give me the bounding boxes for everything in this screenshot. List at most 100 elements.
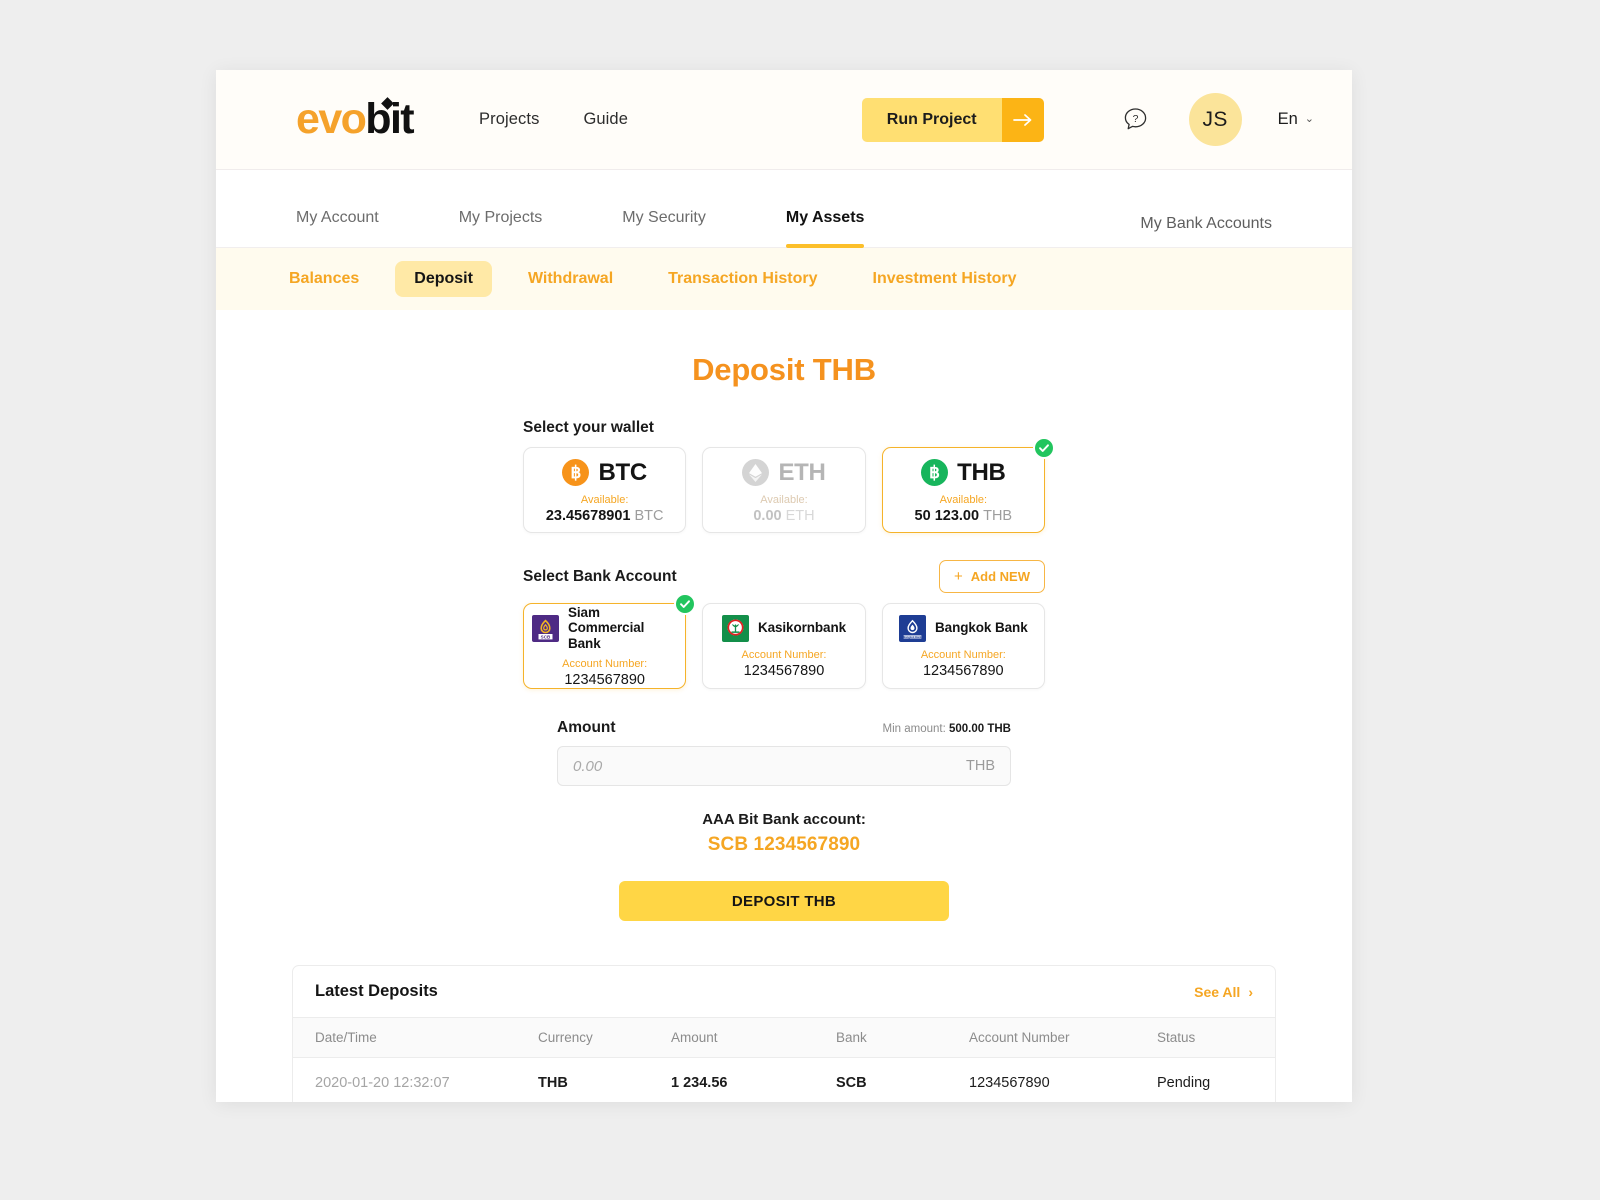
- kasikornbank-logo-icon: [721, 614, 749, 642]
- wallet-available-value: 0.00 ETH: [753, 508, 814, 524]
- column-header-datetime: Date/Time: [293, 1018, 538, 1058]
- destination-bank-account: AAA Bit Bank account: SCB 1234567890: [557, 811, 1011, 856]
- latest-deposits-header: Latest Deposits See All ›: [293, 966, 1275, 1018]
- cell-account-number: 1234567890: [969, 1075, 1050, 1091]
- tab-my-security[interactable]: My Security: [622, 209, 706, 247]
- bank-card-scb[interactable]: SCB Siam Commercial Bank Account Number:…: [523, 593, 697, 689]
- wallet-available-amount: 0.00: [753, 507, 782, 524]
- cell-amount: 1 234.56: [671, 1075, 728, 1091]
- selected-check-icon: [1032, 437, 1055, 459]
- assets-sub-nav: Balances Deposit Withdrawal Transaction …: [216, 248, 1352, 310]
- run-project-label: Run Project: [861, 97, 1002, 142]
- deposit-thb-button[interactable]: DEPOSIT THB: [619, 881, 949, 921]
- column-header-currency: Currency: [538, 1018, 671, 1058]
- wallet-available-label: Available:: [939, 493, 988, 506]
- avatar[interactable]: JS: [1188, 93, 1242, 146]
- cell-currency: THB: [538, 1075, 568, 1091]
- deposits-table-head: Date/Time Currency Amount Bank Account N…: [293, 1018, 1275, 1058]
- column-header-account-number: Account Number: [969, 1018, 1157, 1058]
- logo-text-primary: evo: [296, 95, 367, 143]
- wallet-code: ETH: [778, 458, 826, 486]
- amount-currency-suffix: THB: [966, 758, 995, 774]
- tab-my-projects[interactable]: My Projects: [459, 209, 543, 247]
- nav-item-guide[interactable]: Guide: [583, 110, 628, 129]
- chevron-down-icon: ⌄: [1304, 113, 1314, 125]
- account-nav: My Account My Projects My Security My As…: [216, 170, 1352, 248]
- wallet-available-value: 23.45678901 BTC: [546, 508, 664, 524]
- latest-deposits-panel: Latest Deposits See All › Date/Time Curr…: [292, 965, 1276, 1102]
- evobit-logo[interactable]: evobit: [296, 95, 415, 143]
- bank-account-label: Account Number:: [920, 648, 1006, 661]
- wallet-available-unit: THB: [983, 507, 1013, 524]
- wallet-available-unit: BTC: [634, 507, 664, 524]
- wallet-card-thb[interactable]: ฿ THB Available: 50 123.00 THB: [881, 437, 1055, 533]
- deposit-form: Select your wallet ฿ BTC Available: 23.4…: [523, 388, 1055, 921]
- bank-card-bangkok-bank[interactable]: Bangkok Bank Bangkok Bank Account Number…: [881, 603, 1045, 689]
- amount-input[interactable]: [573, 757, 966, 775]
- wallet-card-eth[interactable]: ETH Available: 0.00 ETH: [702, 447, 866, 533]
- wallet-available-label: Available:: [580, 493, 629, 506]
- arrow-right-icon: [1001, 97, 1044, 142]
- wallet-card-head: ETH: [742, 458, 826, 487]
- add-new-bank-button[interactable]: + Add NEW: [939, 560, 1045, 593]
- add-new-label: Add NEW: [970, 569, 1030, 584]
- bangkok-bank-logo-icon: Bangkok Bank: [899, 614, 927, 642]
- ethereum-icon: [742, 459, 770, 486]
- bank-name: Bangkok Bank: [935, 620, 1028, 636]
- table-row[interactable]: 2020-01-20 12:32:07 THB 1 234.56 SCB 123…: [293, 1058, 1275, 1103]
- status-badge: Pending: [1157, 1075, 1211, 1091]
- run-project-button[interactable]: Run Project: [861, 97, 1044, 142]
- bank-account-number: 1234567890: [564, 671, 645, 688]
- wallet-available-amount: 23.45678901: [545, 507, 631, 524]
- nav-item-projects[interactable]: Projects: [479, 110, 539, 129]
- amount-input-wrapper[interactable]: THB: [557, 746, 1011, 786]
- amount-header: Amount Min amount: 500.00 THB: [557, 719, 1011, 737]
- link-my-bank-accounts[interactable]: My Bank Accounts: [1140, 215, 1272, 247]
- selected-check-icon: [674, 593, 697, 615]
- page-title: Deposit THB: [692, 352, 876, 387]
- bank-card-kasikornbank[interactable]: Kasikornbank Account Number: 1234567890: [702, 603, 866, 689]
- column-header-status: Status: [1157, 1018, 1275, 1058]
- sub-nav-transaction-history[interactable]: Transaction History: [649, 261, 836, 297]
- latest-deposits-title: Latest Deposits: [315, 982, 438, 1000]
- wallet-available-amount: 50 123.00: [914, 507, 980, 524]
- sub-nav-balances[interactable]: Balances: [270, 261, 378, 297]
- sub-nav-withdrawal[interactable]: Withdrawal: [509, 261, 632, 297]
- deposits-table-body: 2020-01-20 12:32:07 THB 1 234.56 SCB 123…: [293, 1058, 1275, 1103]
- sub-nav-deposit[interactable]: Deposit: [395, 261, 492, 297]
- bank-card-list: SCB Siam Commercial Bank Account Number:…: [523, 593, 1045, 689]
- bank-account-number: 1234567890: [922, 662, 1004, 679]
- account-nav-tabs: My Account My Projects My Security My As…: [296, 209, 864, 248]
- amount-block: Amount Min amount: 500.00 THB THB AAA Bi…: [523, 719, 1045, 921]
- bank-account-label: Account Number:: [741, 648, 827, 661]
- wallet-available-value: 50 123.00 THB: [915, 508, 1013, 524]
- help-chat-icon[interactable]: ?: [1122, 106, 1149, 133]
- bitcoin-icon: ฿: [562, 459, 590, 486]
- plus-icon: +: [954, 568, 963, 585]
- see-all-link[interactable]: See All ›: [1194, 984, 1253, 1000]
- chevron-right-icon: ›: [1248, 983, 1253, 1000]
- wallet-card-list: ฿ BTC Available: 23.45678901 BTC ETH Ava…: [523, 437, 1055, 533]
- min-amount-value: 500.00 THB: [948, 723, 1011, 735]
- min-amount-prefix: Min amount:: [882, 723, 949, 735]
- avatar-initials: JS: [1202, 107, 1228, 131]
- main-nav: Projects Guide: [479, 110, 628, 129]
- bank-card-head: SCB Siam Commercial Bank: [532, 605, 677, 651]
- language-label: En: [1277, 110, 1298, 128]
- bank-account-label: Account Number:: [562, 657, 648, 670]
- wallet-code: BTC: [598, 458, 647, 486]
- svg-text:Bangkok Bank: Bangkok Bank: [904, 634, 923, 638]
- bank-section-header: Select Bank Account + Add NEW: [523, 560, 1045, 593]
- wallet-card-head: ฿ THB: [921, 458, 1006, 487]
- amount-label: Amount: [557, 719, 616, 736]
- tab-my-account[interactable]: My Account: [296, 209, 379, 247]
- svg-text:?: ?: [1132, 113, 1138, 125]
- wallet-code: THB: [957, 458, 1006, 486]
- thai-baht-icon: ฿: [921, 459, 949, 486]
- destination-bank-value: SCB 1234567890: [707, 834, 861, 855]
- language-selector[interactable]: En ⌄: [1278, 110, 1314, 129]
- wallet-card-btc[interactable]: ฿ BTC Available: 23.45678901 BTC: [523, 447, 687, 533]
- sub-nav-investment-history[interactable]: Investment History: [854, 261, 1036, 297]
- tab-my-assets[interactable]: My Assets: [785, 209, 864, 248]
- svg-text:SCB: SCB: [541, 634, 551, 639]
